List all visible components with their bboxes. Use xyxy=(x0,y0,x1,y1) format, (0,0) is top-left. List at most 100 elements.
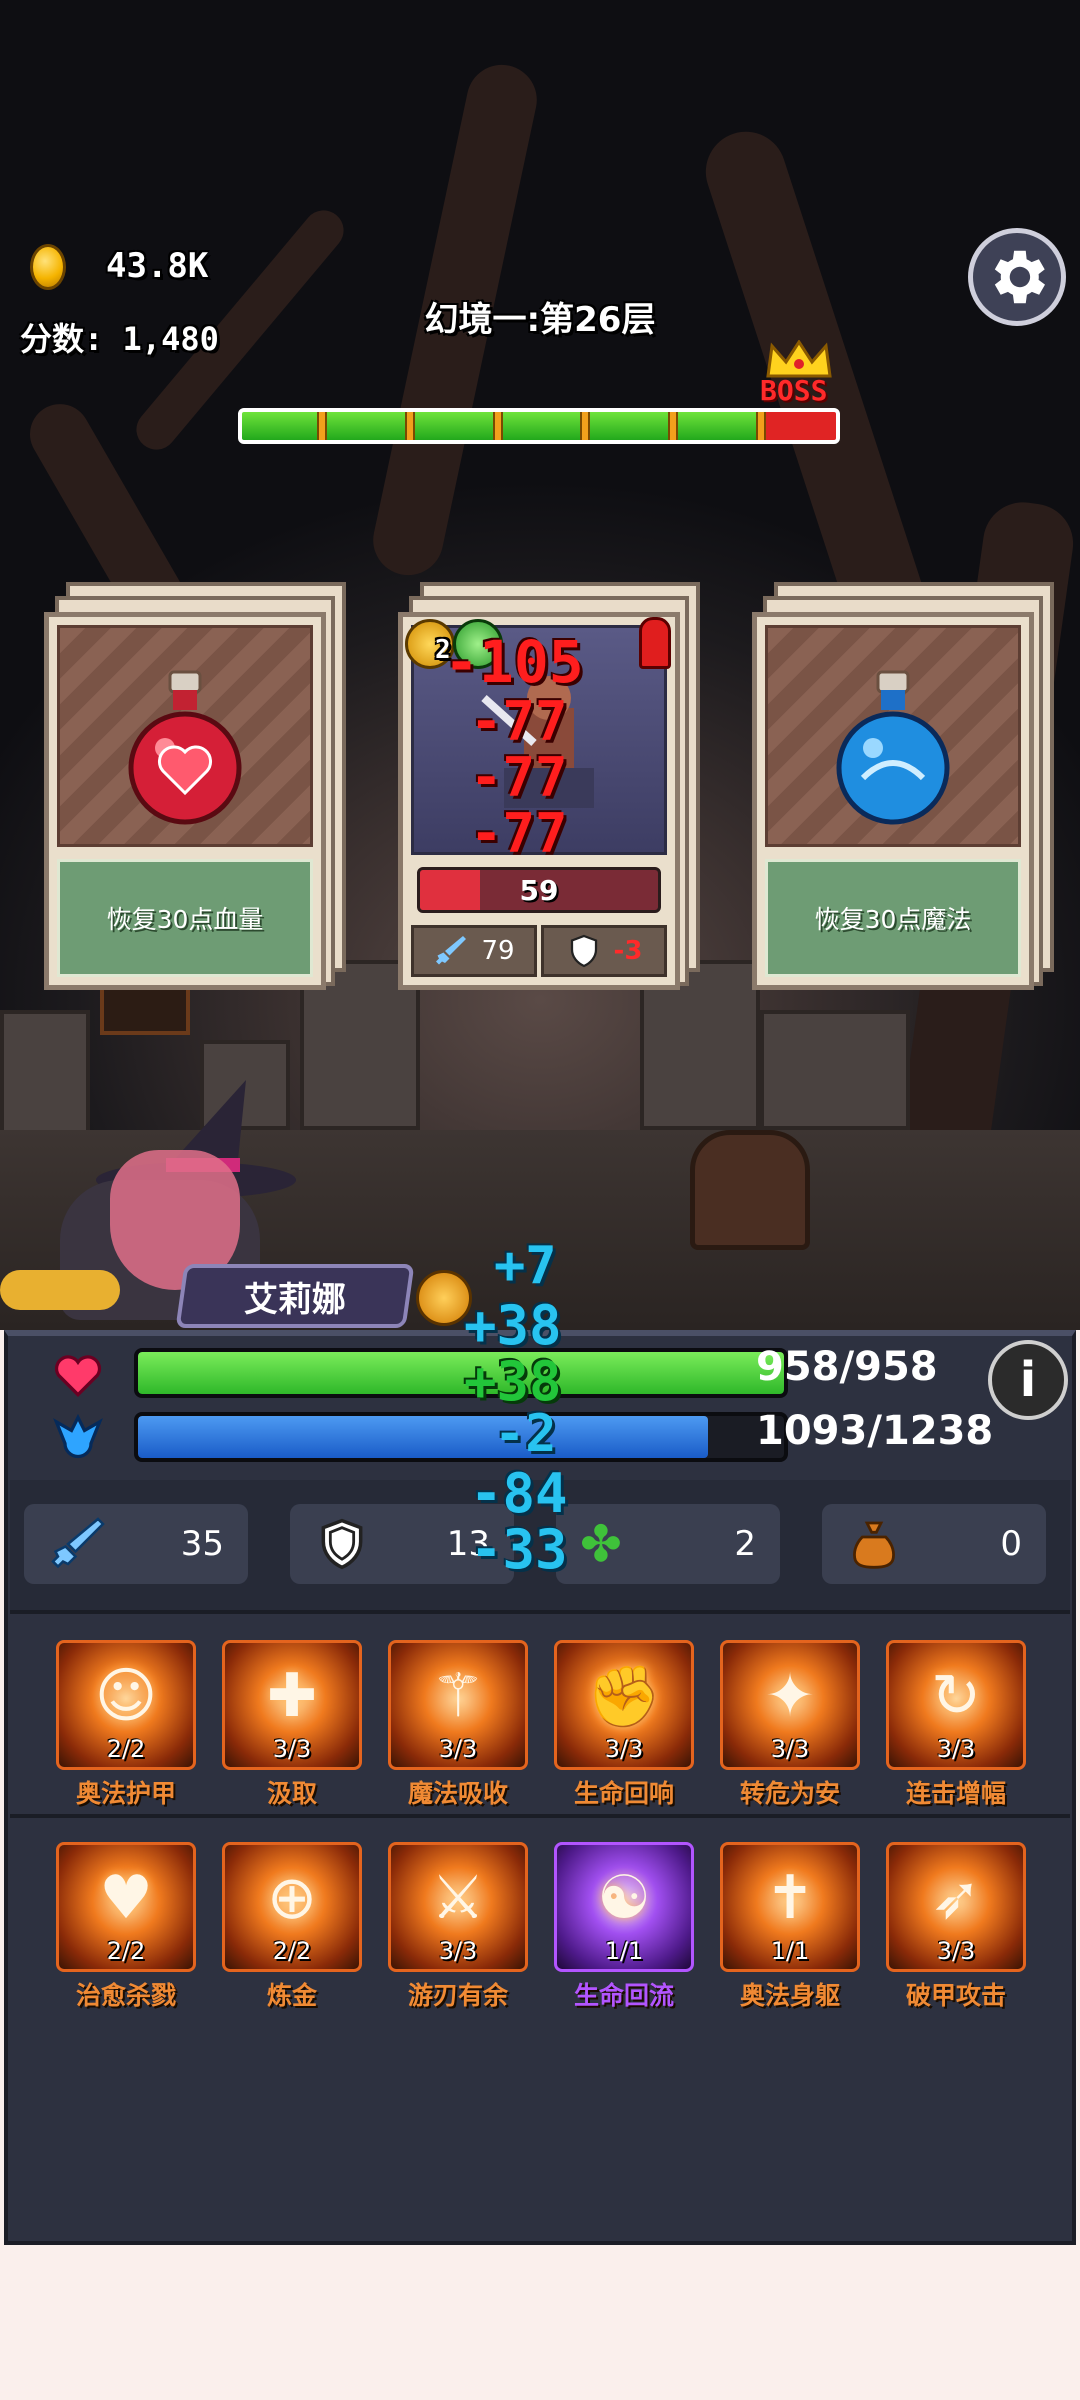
skill-icon: ✦ 3/3 xyxy=(720,1640,860,1770)
skill-icon: ➶ 3/3 xyxy=(886,1842,1026,1972)
hero-name: 艾莉娜 xyxy=(175,1264,415,1328)
damage-text: -77 xyxy=(470,802,568,865)
skill-name: 破甲攻击 xyxy=(905,1981,1006,2010)
damage-text: -77 xyxy=(470,746,568,809)
skill-name: 炼金 xyxy=(266,1981,317,2010)
heal-text: +38 xyxy=(464,1294,562,1357)
skill-glyph-icon: ✚ xyxy=(266,1661,318,1731)
skill-item[interactable]: ⊕ 2/2 炼金 xyxy=(222,1842,362,2012)
level-progress-bar xyxy=(238,408,840,444)
skill-name: 生命回响 xyxy=(573,1779,674,1808)
mana-text: -2 xyxy=(494,1404,557,1464)
skill-glyph-icon: ✝ xyxy=(764,1863,816,1933)
bottom-area xyxy=(0,2245,1080,2400)
skill-glyph-icon: ⚚ xyxy=(431,1661,485,1731)
skill-count: 3/3 xyxy=(936,1735,976,1763)
info-icon: i xyxy=(1019,1352,1037,1408)
info-button[interactable]: i xyxy=(988,1340,1068,1420)
enemy-hp-value: 59 xyxy=(519,873,559,907)
hp-bar-fill xyxy=(138,1352,784,1394)
skill-count: 3/3 xyxy=(438,1937,478,1965)
skill-icon: ✝ 1/1 xyxy=(720,1842,860,1972)
health-potion-card[interactable]: 恢复30点血量 xyxy=(44,582,346,992)
stat-value: 35 xyxy=(180,1524,224,1564)
progress-tick xyxy=(405,412,415,440)
skill-glyph-icon: ☺ xyxy=(94,1661,158,1731)
mp-value: 1093/1238 xyxy=(756,1408,994,1454)
damage-text: -77 xyxy=(470,690,568,753)
skill-item[interactable]: ✝ 1/1 奥法身躯 xyxy=(720,1842,860,2012)
skill-name: 治愈杀戮 xyxy=(75,1981,176,2010)
skill-glyph-icon: ➶ xyxy=(930,1863,982,1933)
skill-icon: ✊ 3/3 xyxy=(554,1640,694,1770)
card-description: 恢复30点血量 xyxy=(57,859,313,977)
coin-icon xyxy=(30,244,66,290)
skill-count: 2/2 xyxy=(106,1735,146,1763)
skill-name: 奥法护甲 xyxy=(75,1779,176,1808)
card-description: 恢复30点魔法 xyxy=(765,859,1021,977)
mana-potion-icon xyxy=(836,670,950,825)
skill-icon: ☯ 1/1 xyxy=(554,1842,694,1972)
hp-bar xyxy=(134,1348,788,1398)
skill-name: 游刃有余 xyxy=(407,1981,508,2010)
skill-glyph-icon: ⚔ xyxy=(431,1863,485,1933)
skill-count: 3/3 xyxy=(936,1937,976,1965)
mana-potion-card[interactable]: 恢复30点魔法 xyxy=(752,582,1054,992)
hp-row xyxy=(50,1346,106,1400)
skill-item[interactable]: ☺ 2/2 奥法护甲 xyxy=(56,1640,196,1810)
skill-item[interactable]: ↻ 3/3 连击增幅 xyxy=(886,1640,1026,1810)
shield-icon xyxy=(321,1518,363,1570)
skill-count: 1/1 xyxy=(604,1937,644,1965)
boss-segment xyxy=(758,412,836,440)
skill-icon: ✚ 3/3 xyxy=(222,1640,362,1770)
stat-luck: ✤ 2 xyxy=(556,1504,780,1584)
damage-text: -105 xyxy=(444,628,584,696)
settings-button[interactable] xyxy=(968,228,1066,326)
skill-name: 转危为安 xyxy=(739,1779,840,1808)
sword-icon xyxy=(51,1517,105,1569)
skill-count: 1/1 xyxy=(770,1937,810,1965)
skill-icon: ☺ 2/2 xyxy=(56,1640,196,1770)
skill-item[interactable]: ⚚ 3/3 魔法吸收 xyxy=(388,1640,528,1810)
skill-count: 2/2 xyxy=(272,1937,312,1965)
skill-icon: ⚔ 3/3 xyxy=(388,1842,528,1972)
skill-glyph-icon: ✦ xyxy=(764,1661,816,1731)
enemy-alert-icon xyxy=(639,617,671,669)
skill-icon: ⊕ 2/2 xyxy=(222,1842,362,1972)
boss-label: BOSS xyxy=(760,374,828,407)
skill-item[interactable]: ✚ 3/3 汲取 xyxy=(222,1640,362,1810)
skill-glyph-icon: ♥ xyxy=(99,1863,153,1933)
skill-name: 生命回流 xyxy=(573,1981,674,2010)
skill-item[interactable]: ➶ 3/3 破甲攻击 xyxy=(886,1842,1026,2012)
health-potion-icon xyxy=(128,670,242,825)
skill-item[interactable]: ⚔ 3/3 游刃有余 xyxy=(388,1842,528,2012)
skill-name: 连击增幅 xyxy=(905,1779,1006,1808)
broom xyxy=(0,1270,120,1310)
skill-item[interactable]: ✦ 3/3 转危为安 xyxy=(720,1640,860,1810)
progress-tick xyxy=(580,412,590,440)
stat-gold-bag: 0 xyxy=(822,1504,1046,1584)
skill-item[interactable]: ♥ 2/2 治愈杀戮 xyxy=(56,1842,196,2012)
enemy-attack-value: 79 xyxy=(481,936,515,966)
heal-text: +7 xyxy=(494,1236,557,1296)
mp-row xyxy=(50,1410,106,1464)
divider xyxy=(10,1610,1070,1614)
mp-bar xyxy=(134,1412,788,1462)
skill-count: 2/2 xyxy=(106,1937,146,1965)
enemy-defense-value: -3 xyxy=(613,936,643,966)
progress-tick xyxy=(668,412,678,440)
skill-name: 奥法身躯 xyxy=(739,1981,840,2010)
clover-icon: ✤ xyxy=(580,1515,622,1573)
hp-value: 958/958 xyxy=(756,1344,938,1390)
skill-count: 3/3 xyxy=(272,1735,312,1763)
skill-item[interactable]: ✊ 3/3 生命回响 xyxy=(554,1640,694,1810)
stat-value: 0 xyxy=(1000,1524,1022,1564)
treasure-chest xyxy=(690,1130,810,1250)
skill-count: 3/3 xyxy=(604,1735,644,1763)
sword-icon xyxy=(436,936,467,965)
skill-item[interactable]: ☯ 1/1 生命回流 xyxy=(554,1842,694,2012)
skill-icon: ⚚ 3/3 xyxy=(388,1640,528,1770)
stat-value: 2 xyxy=(734,1524,756,1564)
skill-count: 3/3 xyxy=(770,1735,810,1763)
progress-tick xyxy=(756,412,766,440)
